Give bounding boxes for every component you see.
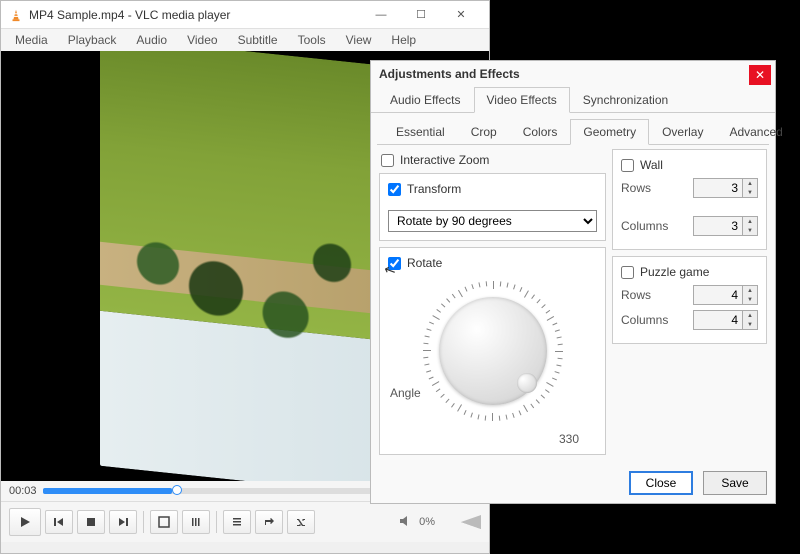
rotate-group: Rotate ↖ Angle 330: [379, 247, 606, 455]
wall-checkbox[interactable]: Wall: [621, 158, 758, 172]
menu-tools[interactable]: Tools: [290, 31, 334, 49]
menu-video[interactable]: Video: [179, 31, 225, 49]
puzzle-rows-label: Rows: [621, 288, 651, 302]
subtab-essential[interactable]: Essential: [383, 119, 458, 144]
wall-rows-spinner[interactable]: ▲▼: [693, 178, 758, 198]
close-button[interactable]: ✕: [441, 4, 481, 26]
puzzle-cols-spinner[interactable]: ▲▼: [693, 310, 758, 330]
transform-combo[interactable]: Rotate by 90 degrees: [388, 210, 597, 232]
wall-group: Wall Rows ▲▼ Columns ▲▼: [612, 149, 767, 250]
volume-percent: 0%: [419, 516, 435, 528]
subtab-geometry[interactable]: Geometry: [570, 119, 649, 145]
time-elapsed: 00:03: [9, 485, 37, 497]
divider: [216, 511, 217, 533]
main-tabs: Audio Effects Video Effects Synchronizat…: [371, 87, 775, 113]
minimize-button[interactable]: —: [361, 4, 401, 26]
rotate-checkbox[interactable]: Rotate ↖: [388, 256, 597, 270]
speaker-icon[interactable]: [399, 515, 413, 530]
menu-media[interactable]: Media: [7, 31, 56, 49]
volume-slider[interactable]: [441, 515, 481, 529]
angle-value: 330: [559, 432, 579, 446]
wall-cols-spinner[interactable]: ▲▼: [693, 216, 758, 236]
dialog-close-button[interactable]: ✕: [749, 65, 771, 85]
random-button[interactable]: [287, 510, 315, 534]
sub-tabs: Essential Crop Colors Geometry Overlay A…: [377, 119, 769, 145]
subtab-crop[interactable]: Crop: [458, 119, 510, 144]
ext-settings-button[interactable]: [182, 510, 210, 534]
subtab-colors[interactable]: Colors: [510, 119, 571, 144]
tab-audio-effects[interactable]: Audio Effects: [377, 87, 474, 112]
playlist-button[interactable]: [223, 510, 251, 534]
window-title: MP4 Sample.mp4 - VLC media player: [29, 8, 361, 22]
stop-button[interactable]: [77, 510, 105, 534]
loop-button[interactable]: [255, 510, 283, 534]
menu-subtitle[interactable]: Subtitle: [230, 31, 286, 49]
fullscreen-button[interactable]: [150, 510, 178, 534]
video-frame: [100, 51, 390, 481]
puzzle-cols-label: Columns: [621, 313, 668, 327]
subtab-overlay[interactable]: Overlay: [649, 119, 716, 144]
divider: [143, 511, 144, 533]
subtab-advanced[interactable]: Advanced: [716, 119, 795, 144]
next-button[interactable]: [109, 510, 137, 534]
menubar: Media Playback Audio Video Subtitle Tool…: [1, 29, 489, 51]
puzzle-group: Puzzle game Rows ▲▼ Columns ▲▼: [612, 256, 767, 344]
play-button[interactable]: [9, 508, 41, 536]
prev-button[interactable]: [45, 510, 73, 534]
menu-help[interactable]: Help: [383, 31, 424, 49]
menu-view[interactable]: View: [338, 31, 380, 49]
titlebar: MP4 Sample.mp4 - VLC media player — ☐ ✕: [1, 1, 489, 29]
menu-audio[interactable]: Audio: [128, 31, 175, 49]
adjustments-dialog: Adjustments and Effects ✕ Audio Effects …: [370, 60, 776, 504]
close-button[interactable]: Close: [629, 471, 693, 495]
wall-rows-label: Rows: [621, 181, 651, 195]
puzzle-rows-spinner[interactable]: ▲▼: [693, 285, 758, 305]
tab-synchronization[interactable]: Synchronization: [570, 87, 681, 112]
save-button[interactable]: Save: [703, 471, 767, 495]
puzzle-checkbox[interactable]: Puzzle game: [621, 265, 758, 279]
tab-video-effects[interactable]: Video Effects: [474, 87, 570, 113]
transform-group: Transform Rotate by 90 degrees: [379, 173, 606, 241]
playback-controls: 0%: [1, 501, 489, 542]
dialog-title: Adjustments and Effects: [371, 61, 775, 87]
transform-checkbox[interactable]: Transform: [388, 182, 597, 196]
maximize-button[interactable]: ☐: [401, 4, 441, 26]
menu-playback[interactable]: Playback: [60, 31, 125, 49]
wall-cols-label: Columns: [621, 219, 668, 233]
interactive-zoom-checkbox[interactable]: Interactive Zoom: [381, 153, 606, 167]
angle-dial[interactable]: [439, 297, 547, 405]
angle-label: Angle: [390, 386, 421, 400]
vlc-cone-icon: [9, 8, 23, 22]
